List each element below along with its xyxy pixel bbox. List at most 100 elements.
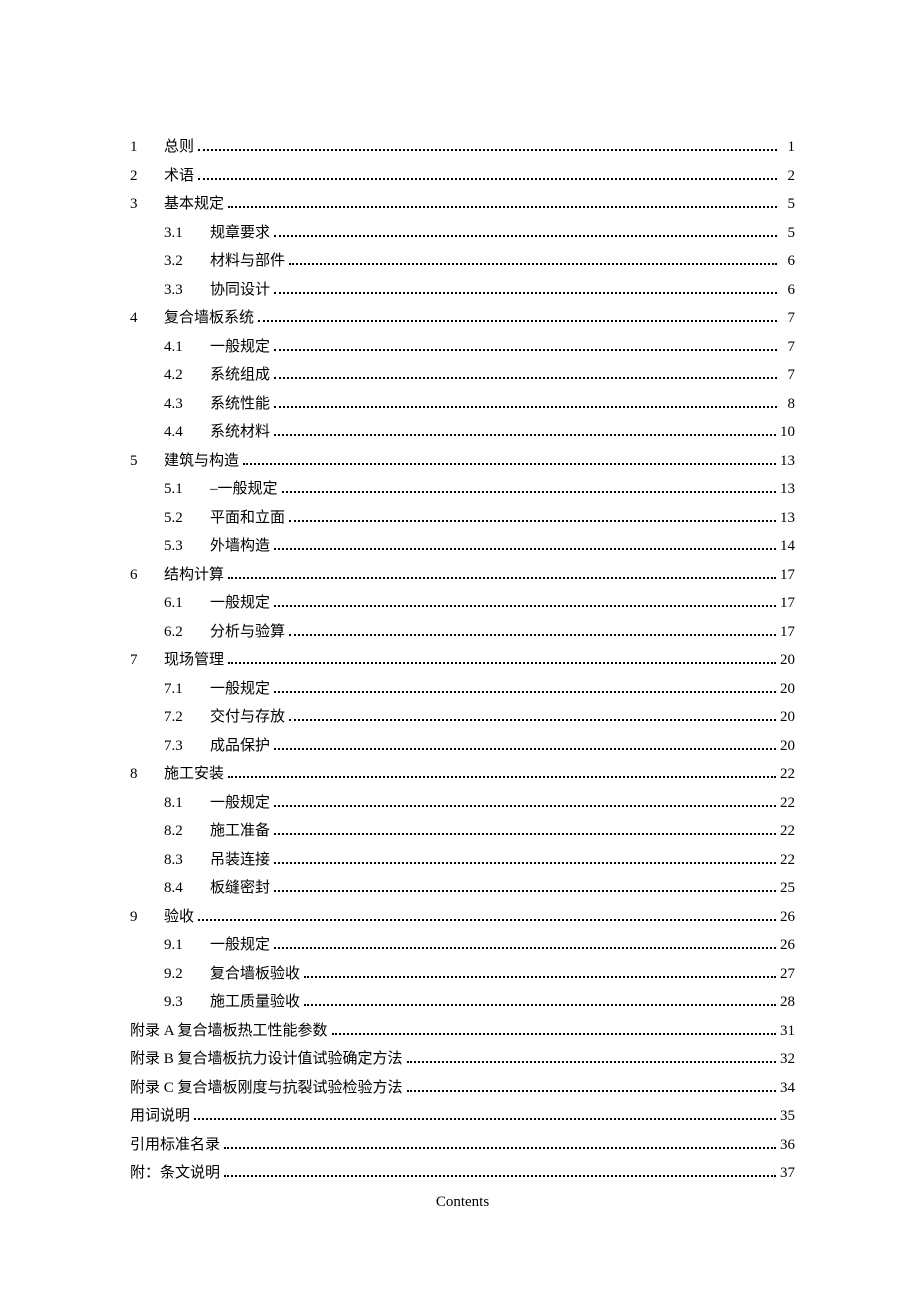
entry-title: 总则 — [164, 140, 194, 155]
entry-title: 分析与验算 — [210, 625, 285, 640]
entry-title: 吊装连接 — [210, 853, 270, 868]
page-number: 20 — [780, 682, 795, 697]
toc-chapter: 1总则1 — [130, 140, 795, 155]
page-number: 25 — [780, 881, 795, 896]
entry-title: 验收 — [164, 910, 194, 925]
toc-section: 3.2材料与部件 6 — [130, 254, 795, 269]
dot-leader — [274, 548, 776, 550]
toc-appendix: 用词说明 35 — [130, 1109, 795, 1124]
entry-title: 复合墙板验收 — [210, 967, 300, 982]
section-number: 3.1 — [164, 226, 210, 241]
page-number: 22 — [780, 796, 795, 811]
entry-title: 协同设计 — [210, 283, 270, 298]
contents-label: Contents — [130, 1195, 795, 1210]
section-number: 8.3 — [164, 853, 210, 868]
page-number: 37 — [780, 1166, 795, 1181]
dot-leader — [194, 1118, 776, 1120]
entry-title: 交付与存放 — [210, 710, 285, 725]
toc-section: 7.1一般规定20 — [130, 682, 795, 697]
section-number: 5.1 — [164, 482, 210, 497]
dot-leader — [274, 805, 776, 807]
toc-chapter: 5建筑与构造 13 — [130, 454, 795, 469]
chapter-number: 4 — [130, 311, 164, 326]
dot-leader — [198, 149, 777, 151]
entry-title: 材料与部件 — [210, 254, 285, 269]
toc-section: 4.1一般规定7 — [130, 340, 795, 355]
entry-title: 附录 A 复合墙板热工性能参数 — [130, 1024, 328, 1039]
dot-leader — [274, 406, 777, 408]
page-number: 28 — [780, 995, 795, 1010]
toc-section: 7.2交付与存放20 — [130, 710, 795, 725]
section-number: 5.3 — [164, 539, 210, 554]
page-number: 36 — [780, 1138, 795, 1153]
dot-leader — [198, 919, 776, 921]
page-number: 5 — [781, 226, 795, 241]
dot-leader — [289, 263, 777, 265]
dot-leader — [228, 662, 776, 664]
toc-appendix: 附录 B 复合墙板抗力设计值试验确定方法32 — [130, 1052, 795, 1067]
dot-leader — [243, 463, 776, 465]
page-number: 32 — [780, 1052, 795, 1067]
section-number: 6.1 — [164, 596, 210, 611]
entry-title: 一般规定 — [210, 796, 270, 811]
page-number: 7 — [781, 311, 795, 326]
toc-chapter: 3基本规定5 — [130, 197, 795, 212]
page-number: 20 — [780, 653, 795, 668]
entry-title: 术语 — [164, 169, 194, 184]
page-number: 8 — [781, 397, 795, 412]
entry-title: 系统材料 — [210, 425, 270, 440]
dot-leader — [304, 1004, 776, 1006]
page-number: 10 — [780, 425, 795, 440]
entry-title: 引用标准名录 — [130, 1138, 220, 1153]
dot-leader — [282, 491, 776, 493]
toc-appendix: 附录 C 复合墙板刚度与抗裂试验检验方法34 — [130, 1081, 795, 1096]
toc-chapter: 7现场管理20 — [130, 653, 795, 668]
page-number: 13 — [780, 511, 795, 526]
page-number: 7 — [781, 368, 795, 383]
dot-leader — [274, 691, 776, 693]
dot-leader — [274, 377, 777, 379]
dot-leader — [332, 1033, 776, 1035]
dot-leader — [198, 178, 777, 180]
toc-chapter: 4复合墙板系统7 — [130, 311, 795, 326]
chapter-number: 1 — [130, 140, 164, 155]
dot-leader — [258, 320, 777, 322]
section-number: 3.2 — [164, 254, 210, 269]
page-number: 22 — [780, 853, 795, 868]
chapter-number: 5 — [130, 454, 164, 469]
entry-title: 建筑与构造 — [164, 454, 239, 469]
entry-title: 施工准备 — [210, 824, 270, 839]
table-of-contents: 1总则12术语23基本规定53.1规章要求53.2材料与部件63.3协同设计64… — [130, 140, 795, 1181]
dot-leader — [228, 206, 777, 208]
entry-title: 基本规定 — [164, 197, 224, 212]
dot-leader — [289, 520, 776, 522]
toc-section: 7.3成品保护20 — [130, 739, 795, 754]
toc-section: 5.2平面和立面13 — [130, 511, 795, 526]
dot-leader — [274, 890, 776, 892]
page-number: 14 — [780, 539, 795, 554]
dot-leader — [224, 1175, 776, 1177]
page-number: 20 — [780, 739, 795, 754]
section-number: 8.4 — [164, 881, 210, 896]
entry-title: 平面和立面 — [210, 511, 285, 526]
page-number: 35 — [780, 1109, 795, 1124]
page-number: 34 — [780, 1081, 795, 1096]
section-number: 8.1 — [164, 796, 210, 811]
section-number: 9.2 — [164, 967, 210, 982]
page-number: 6 — [781, 254, 795, 269]
page-number: 17 — [780, 625, 795, 640]
dot-leader — [289, 634, 776, 636]
page-number: 22 — [780, 767, 795, 782]
entry-title: 一般规定 — [210, 340, 270, 355]
toc-section: 6.2分析与验算17 — [130, 625, 795, 640]
page-number: 13 — [780, 454, 795, 469]
toc-appendix: 引用标准名录 36 — [130, 1138, 795, 1153]
toc-section: 4.4系统材料10 — [130, 425, 795, 440]
page-number: 26 — [780, 938, 795, 953]
page-number: 7 — [781, 340, 795, 355]
dot-leader — [289, 719, 776, 721]
toc-appendix: 附：条文说明37 — [130, 1166, 795, 1181]
page-number: 17 — [780, 596, 795, 611]
entry-title: 用词说明 — [130, 1109, 190, 1124]
page-number: 27 — [780, 967, 795, 982]
